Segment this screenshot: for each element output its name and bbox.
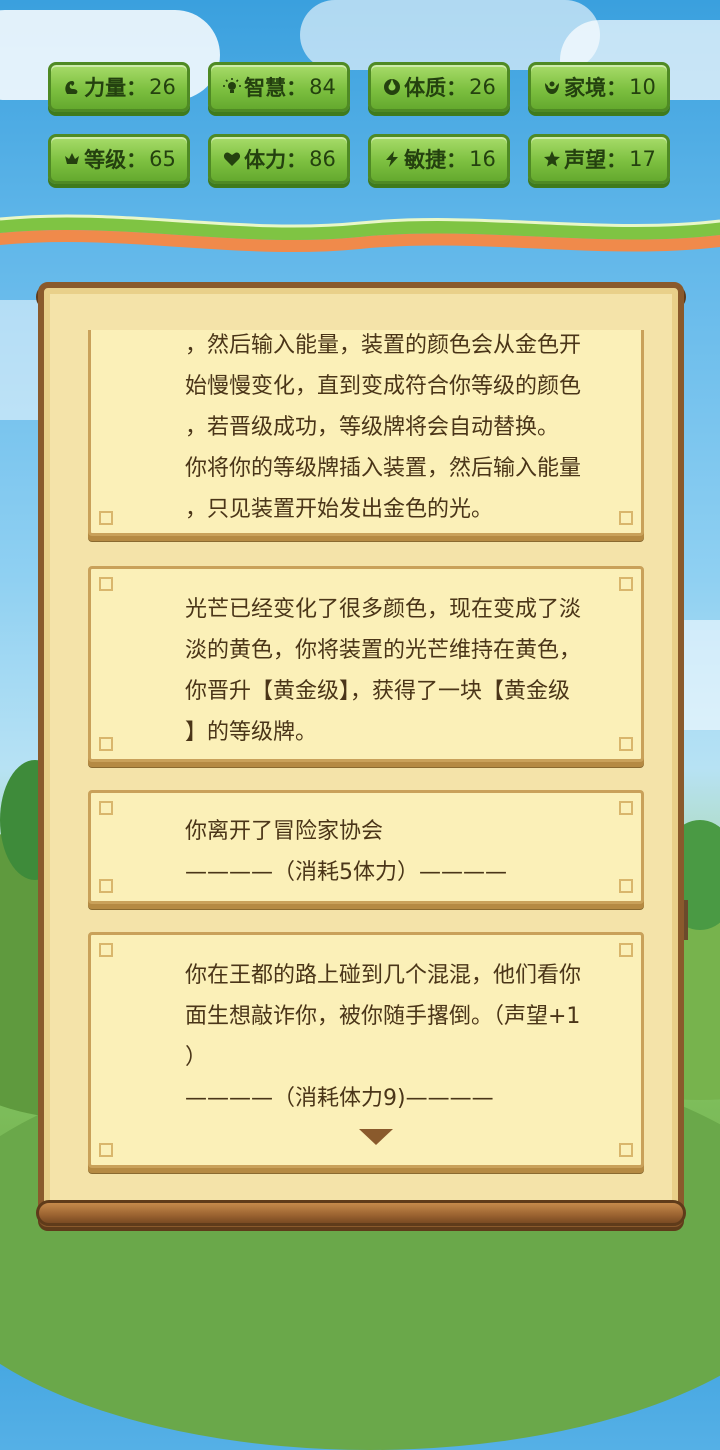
corner-ornament (619, 577, 633, 591)
corner-ornament (99, 879, 113, 893)
stat-value-strength: 26 (149, 75, 176, 99)
stat-label: 声望 (564, 148, 607, 172)
corner-ornament (99, 737, 113, 751)
stat-separator: ： (446, 148, 468, 172)
story-line: 光芒已经变化了很多颜色，现在变成了淡 (185, 597, 582, 622)
corner-ornament (99, 577, 113, 591)
stats-panel: 力量： 26 智慧： 84 体质： 26 家境： 10 等级： 65 体力： 86 敏 (0, 0, 720, 230)
stat-value-family: 10 (629, 75, 656, 99)
wisdom-icon (222, 77, 242, 97)
stat-separator: ： (606, 148, 628, 172)
corner-ornament (619, 737, 633, 751)
heart-icon (222, 149, 242, 169)
stat-value-stamina: 86 (309, 147, 336, 171)
star-icon (542, 149, 562, 169)
stat-separator: ： (126, 148, 148, 172)
stat-label: 体质 (404, 76, 447, 100)
stat-separator: ： (606, 76, 628, 100)
stat-value-reputation: 17 (629, 147, 656, 171)
story-line: ，若晋级成功，等级牌将会自动替换。 (185, 415, 560, 440)
stat-separator: ： (446, 76, 468, 100)
corner-ornament (619, 943, 633, 957)
constitution-icon (382, 77, 402, 97)
stat-badge-stamina: 体力： 86 (208, 134, 350, 184)
story-line: 】的等级牌。 (185, 720, 318, 745)
corner-ornament (99, 943, 113, 957)
stat-value-agility: 16 (469, 147, 496, 171)
stat-separator: ： (286, 76, 308, 100)
story-log-list[interactable]: ，然后输入能量，装置的颜色会从金色开 始慢慢变化，直到变成符合你等级的颜色 ，若… (84, 330, 648, 1190)
corner-ornament (619, 1143, 633, 1157)
header-ribbon (0, 214, 720, 253)
story-card: 你离开了冒险家协会 ————（消耗5体力）———— (88, 790, 644, 904)
stat-label: 敏捷 (404, 148, 447, 172)
stat-badge-strength: 力量： 26 (48, 62, 190, 112)
crown-icon (62, 149, 82, 169)
stat-badge-reputation: 声望： 17 (528, 134, 670, 184)
corner-ornament (99, 511, 113, 525)
story-cost-line: ————（消耗5体力）———— (185, 860, 507, 885)
story-line: 始慢慢变化，直到变成符合你等级的颜色 (185, 374, 582, 399)
story-card: 你在王都的路上碰到几个混混，他们看你 面生想敲诈你，被你随手撂倒。（声望+1 ）… (88, 932, 644, 1168)
story-cost-line: ————（消耗体力9)———— (185, 1086, 494, 1111)
corner-ornament (619, 511, 633, 525)
stat-separator: ： (126, 76, 148, 100)
stat-label: 等级 (84, 148, 127, 172)
story-line: 你离开了冒险家协会 (185, 819, 384, 844)
stat-label: 体力 (244, 148, 287, 172)
stat-separator: ： (286, 148, 308, 172)
story-card: ，然后输入能量，装置的颜色会从金色开 始慢慢变化，直到变成符合你等级的颜色 ，若… (88, 330, 644, 536)
story-line: 你晋升【黄金级】，获得了一块【黄金级 (185, 679, 571, 704)
lightning-icon (382, 149, 402, 169)
stat-label: 力量 (84, 76, 127, 100)
stat-badge-level: 等级： 65 (48, 134, 190, 184)
story-line: 淡的黄色，你将装置的光芒维持在黄色， (185, 638, 582, 663)
story-line: 面生想敲诈你，被你随手撂倒。（声望+1 (185, 1004, 581, 1029)
scroll-rod-bottom (36, 1200, 686, 1226)
story-line: 你将你的等级牌插入装置，然后输入能量 (185, 456, 582, 481)
stat-badge-wisdom: 智慧： 84 (208, 62, 350, 112)
corner-ornament (99, 1143, 113, 1157)
stat-label: 智慧 (244, 76, 287, 100)
stat-badge-constitution: 体质： 26 (368, 62, 510, 112)
corner-ornament (619, 879, 633, 893)
stat-value-level: 65 (149, 147, 176, 171)
corner-ornament (619, 801, 633, 815)
stat-badge-agility: 敏捷： 16 (368, 134, 510, 184)
story-line: ，然后输入能量，装置的颜色会从金色开 (185, 333, 582, 358)
strength-icon (62, 77, 82, 97)
stat-value-constitution: 26 (469, 75, 496, 99)
corner-ornament (99, 801, 113, 815)
continue-arrow-icon[interactable] (359, 1129, 393, 1145)
family-icon (542, 77, 562, 97)
story-line: ） (185, 1045, 208, 1070)
stat-label: 家境 (564, 76, 607, 100)
stat-value-wisdom: 84 (309, 75, 336, 99)
story-line: 你在王都的路上碰到几个混混，他们看你 (185, 963, 582, 988)
story-line: ，只见装置开始发出金色的光。 (185, 497, 494, 522)
story-card: 光芒已经变化了很多颜色，现在变成了淡 淡的黄色，你将装置的光芒维持在黄色， 你晋… (88, 566, 644, 762)
stat-badge-family: 家境： 10 (528, 62, 670, 112)
